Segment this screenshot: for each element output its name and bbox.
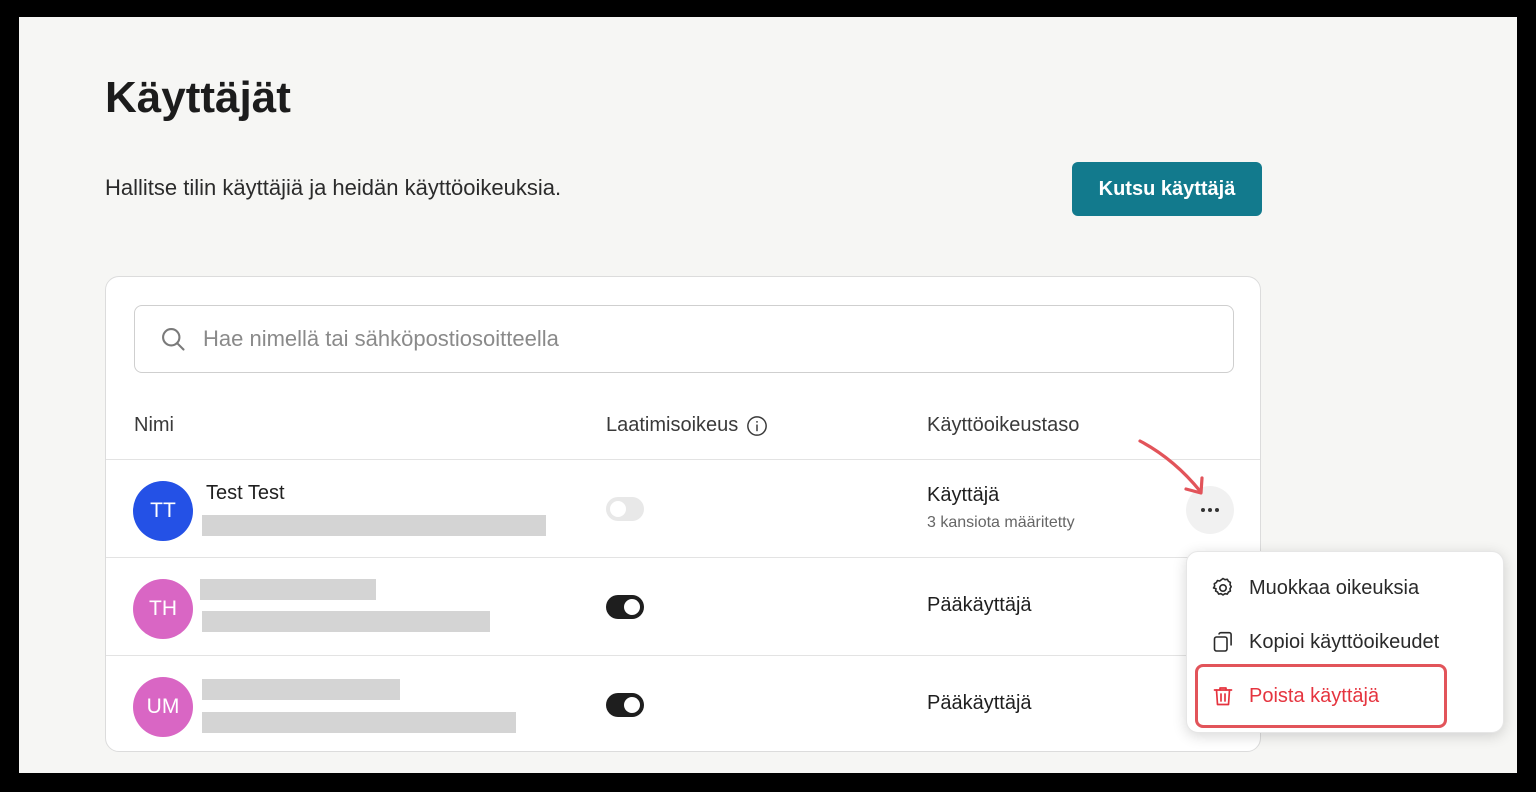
menu-item-label: Kopioi käyttöoikeudet bbox=[1249, 630, 1440, 653]
invite-user-button[interactable]: Kutsu käyttäjä bbox=[1072, 162, 1262, 216]
redacted-email bbox=[202, 712, 516, 733]
page-title: Käyttäjät bbox=[105, 73, 291, 122]
avatar-initials: TT bbox=[150, 499, 176, 522]
header-compose-right: Laatimisoikeus bbox=[606, 414, 768, 437]
redacted-name bbox=[202, 679, 400, 700]
more-horizontal-icon bbox=[1201, 508, 1219, 512]
gear-icon bbox=[1212, 577, 1232, 596]
avatar: TH bbox=[133, 579, 193, 639]
compose-toggle[interactable] bbox=[606, 497, 644, 521]
header-access-level: Käyttöoikeustaso bbox=[927, 414, 1079, 437]
search-box[interactable] bbox=[134, 305, 1234, 373]
search-input[interactable] bbox=[201, 325, 1165, 353]
header-compose-label: Laatimisoikeus bbox=[606, 414, 739, 436]
avatar-initials: TH bbox=[149, 597, 177, 620]
header-name-label: Nimi bbox=[134, 414, 174, 436]
redacted-name bbox=[200, 579, 376, 600]
redacted-email bbox=[202, 611, 490, 632]
user-name: Test Test bbox=[206, 482, 285, 504]
access-role: Pääkäyttäjä bbox=[927, 594, 1032, 616]
annotation-arrow-icon bbox=[1138, 439, 1204, 495]
info-icon[interactable] bbox=[746, 415, 768, 437]
users-card: Nimi Laatimisoikeus Käyttöoikeustaso TT … bbox=[105, 276, 1261, 752]
access-role: Pääkäyttäjä bbox=[927, 692, 1032, 714]
compose-toggle[interactable] bbox=[606, 595, 644, 619]
toggle-knob bbox=[610, 501, 626, 517]
menu-item-edit-permissions[interactable]: Muokkaa oikeuksia bbox=[1211, 576, 1419, 600]
access-role-detail: 3 kansiota määritetty bbox=[927, 514, 1075, 531]
header-access-label: Käyttöoikeustaso bbox=[927, 414, 1080, 436]
toggle-knob bbox=[624, 599, 640, 615]
table-row: UM Pääkäyttäjä bbox=[106, 656, 1260, 753]
redacted-email bbox=[202, 515, 546, 536]
copy-icon bbox=[1213, 631, 1232, 652]
app-frame: Käyttäjät Hallitse tilin käyttäjiä ja he… bbox=[19, 17, 1517, 773]
menu-item-copy-permissions[interactable]: Kopioi käyttöoikeudet bbox=[1211, 630, 1439, 654]
avatar: TT bbox=[133, 481, 193, 541]
table-row: TT Test Test Käyttäjä 3 kansiota määrite… bbox=[106, 460, 1260, 557]
avatar: UM bbox=[133, 677, 193, 737]
compose-toggle[interactable] bbox=[606, 693, 644, 717]
menu-item-label: Muokkaa oikeuksia bbox=[1249, 576, 1420, 599]
avatar-initials: UM bbox=[146, 695, 180, 718]
toggle-knob bbox=[624, 697, 640, 713]
user-actions-menu: Muokkaa oikeuksia Kopioi käyttöoikeudet … bbox=[1186, 551, 1504, 733]
access-role: Käyttäjä bbox=[927, 484, 1000, 506]
search-icon bbox=[162, 328, 185, 351]
annotation-highlight bbox=[1195, 664, 1447, 728]
table-row: TH Pääkäyttäjä bbox=[106, 558, 1260, 655]
header-name: Nimi bbox=[134, 414, 174, 437]
page-subtitle: Hallitse tilin käyttäjiä ja heidän käytt… bbox=[105, 175, 562, 200]
